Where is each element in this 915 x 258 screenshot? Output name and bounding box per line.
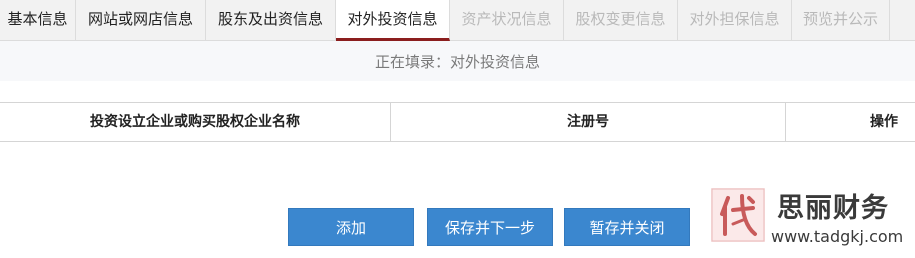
add-button[interactable]: 添加 — [288, 208, 414, 246]
tab-website-info[interactable]: 网站或网店信息 — [76, 0, 206, 40]
page: 基本信息 网站或网店信息 股东及出资信息 对外投资信息 资产状况信息 股权变更信… — [0, 0, 915, 258]
tab-bar: 基本信息 网站或网店信息 股东及出资信息 对外投资信息 资产状况信息 股权变更信… — [0, 0, 915, 41]
save-close-button[interactable]: 暂存并关闭 — [564, 208, 690, 246]
tab-preview-publish: 预览并公示 — [792, 0, 890, 40]
status-bar: 正在填录：对外投资信息 — [0, 41, 915, 81]
watermark-name: 思丽财务 — [777, 193, 889, 224]
tab-shareholder-info[interactable]: 股东及出资信息 — [206, 0, 336, 40]
tab-external-investment[interactable]: 对外投资信息 — [336, 0, 450, 41]
tab-asset-status: 资产状况信息 — [450, 0, 564, 40]
investment-table-header: 投资设立企业或购买股权企业名称 注册号 操作 — [0, 102, 915, 142]
watermark-seal — [711, 188, 765, 242]
save-next-button[interactable]: 保存并下一步 — [427, 208, 553, 246]
column-header-company-name: 投资设立企业或购买股权企业名称 — [0, 103, 391, 141]
tab-equity-change: 股权变更信息 — [564, 0, 678, 40]
tab-external-guarantee: 对外担保信息 — [678, 0, 792, 40]
tab-basic-info[interactable]: 基本信息 — [0, 0, 76, 40]
watermark-url: www.tadgkj.com — [771, 227, 904, 246]
column-header-actions: 操作 — [870, 114, 898, 130]
column-header-registration-number: 注册号 — [391, 103, 786, 141]
status-text: 正在填录：对外投资信息 — [374, 53, 540, 71]
